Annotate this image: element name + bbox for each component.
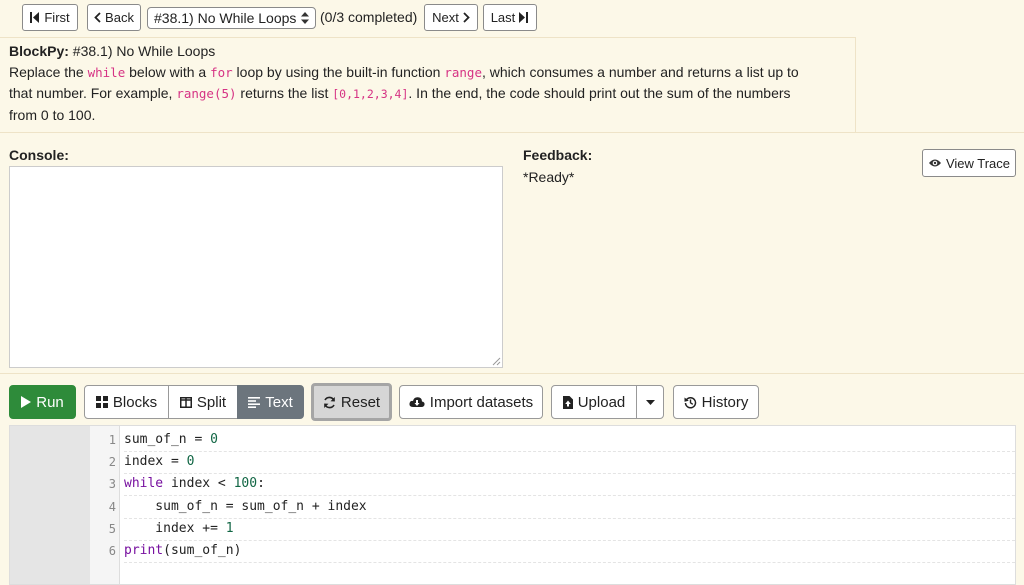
code-number: 1: [225, 521, 234, 536]
code-range: range: [444, 65, 482, 80]
split-label: Split: [196, 393, 227, 411]
reset-label: Reset: [340, 393, 381, 411]
split-button[interactable]: Split: [168, 385, 238, 419]
text-span: , which consumes a number and returns a …: [482, 64, 799, 80]
code-line-2[interactable]: index = 0: [124, 451, 1015, 474]
view-trace-label: View Trace: [945, 155, 1011, 171]
text-span: below with a: [125, 64, 211, 80]
text-label: Text: [265, 393, 293, 411]
back-label: Back: [105, 10, 134, 25]
code-line-6[interactable]: print(sum_of_n): [124, 540, 1015, 563]
code-number: 0: [210, 432, 218, 447]
next-button[interactable]: Next: [424, 4, 478, 31]
feedback-label: Feedback:: [523, 147, 593, 163]
code-list: [0,1,2,3,4]: [332, 87, 409, 101]
assignment-select[interactable]: #38.1) No While Loops: [147, 7, 316, 29]
last-label: Last: [490, 10, 516, 25]
history-icon: [684, 396, 697, 409]
text-span: loop by using the built-in function: [232, 64, 445, 80]
code-number: 0: [186, 454, 195, 469]
blocks-button[interactable]: Blocks: [84, 385, 169, 419]
cloud-download-icon: [409, 396, 425, 408]
blocks-label: Blocks: [112, 393, 158, 411]
select-arrows-icon: [301, 12, 309, 24]
chevron-right-icon: [463, 12, 470, 23]
history-label: History: [701, 393, 749, 411]
reset-button[interactable]: Reset: [311, 383, 392, 421]
code-line-1[interactable]: sum_of_n = 0: [124, 429, 1015, 452]
blocks-icon: [95, 396, 108, 408]
feedback-status: *Ready*: [523, 169, 575, 185]
upload-button[interactable]: Upload: [551, 385, 637, 419]
code-token: index =: [124, 454, 187, 469]
code-line-4[interactable]: sum_of_n = sum_of_n + index: [124, 496, 1015, 519]
divider: [0, 132, 1024, 133]
last-icon: [519, 12, 529, 23]
instructions-text: BlockPy: #38.1) No While Loops Replace t…: [9, 41, 849, 126]
code-token: sum_of_n = sum_of_n + index: [124, 499, 367, 514]
code-token: (sum_of_n): [163, 543, 242, 558]
assignment-title: #38.1) No While Loops: [68, 43, 216, 59]
code-line-3[interactable]: while index < 100:: [124, 473, 1015, 496]
resize-handle-icon[interactable]: [492, 357, 501, 366]
code-token: index +=: [124, 521, 226, 536]
next-label: Next: [432, 10, 459, 25]
text-span: that number. For example,: [9, 85, 177, 101]
console-output[interactable]: [9, 166, 503, 368]
code-while: while: [87, 65, 126, 80]
first-icon: [30, 12, 40, 23]
code-number: 100: [233, 476, 258, 491]
history-button[interactable]: History: [673, 385, 759, 419]
line-number: 3: [108, 477, 116, 491]
text-span: Replace the: [9, 64, 88, 80]
file-upload-icon: [562, 395, 573, 409]
code-range5: range(5): [176, 86, 237, 101]
upload-dropdown-toggle[interactable]: [636, 385, 664, 419]
view-trace-button[interactable]: View Trace: [922, 149, 1016, 177]
first-button[interactable]: First: [22, 4, 78, 31]
text-button[interactable]: Text: [237, 385, 304, 419]
text-span: returns the list: [236, 85, 333, 101]
run-label: Run: [36, 393, 64, 411]
last-button[interactable]: Last: [483, 4, 537, 31]
progress-text: (0/3 completed): [320, 9, 418, 25]
first-label: First: [44, 10, 70, 25]
code-token: sum_of_n =: [124, 432, 211, 447]
console-label: Console:: [9, 147, 69, 163]
run-button[interactable]: Run: [9, 385, 76, 419]
line-number: 4: [108, 500, 116, 514]
instructions-line-1: Replace the while below with a for loop …: [9, 62, 849, 83]
back-button[interactable]: Back: [87, 4, 141, 31]
line-number-gutter: 1 2 3 4 5 6: [90, 426, 120, 584]
text-span: . In the end, the code should print out …: [408, 85, 791, 101]
code-token: index <: [163, 476, 234, 491]
code-keyword: print: [124, 543, 164, 558]
instructions-line-3: from 0 to 100.: [9, 107, 96, 123]
instructions-title: BlockPy: #38.1) No While Loops: [9, 41, 849, 62]
instructions-line-2: that number. For example, range(5) retur…: [9, 83, 849, 105]
caret-down-icon: [645, 399, 655, 405]
play-icon: [21, 396, 32, 408]
align-left-icon: [248, 396, 261, 408]
assignment-select-value: #38.1) No While Loops: [154, 10, 297, 26]
refresh-icon: [323, 396, 336, 409]
block-gutter: [10, 426, 90, 584]
line-number: 1: [108, 433, 116, 447]
import-datasets-button[interactable]: Import datasets: [399, 385, 543, 419]
code-line-5[interactable]: index += 1: [124, 518, 1015, 541]
eye-icon: [928, 158, 942, 168]
code-for: for: [210, 65, 233, 80]
blockpy-prefix: BlockPy:: [9, 43, 69, 59]
line-number: 6: [108, 544, 116, 558]
import-datasets-label: Import datasets: [429, 393, 534, 411]
code-token: :: [257, 476, 265, 491]
line-number: 5: [108, 522, 116, 536]
upload-label: Upload: [577, 393, 626, 411]
split-icon: [179, 396, 192, 408]
line-number: 2: [108, 455, 116, 469]
divider: [0, 373, 1024, 374]
code-keyword: while: [124, 476, 164, 491]
chevron-left-icon: [94, 12, 101, 23]
